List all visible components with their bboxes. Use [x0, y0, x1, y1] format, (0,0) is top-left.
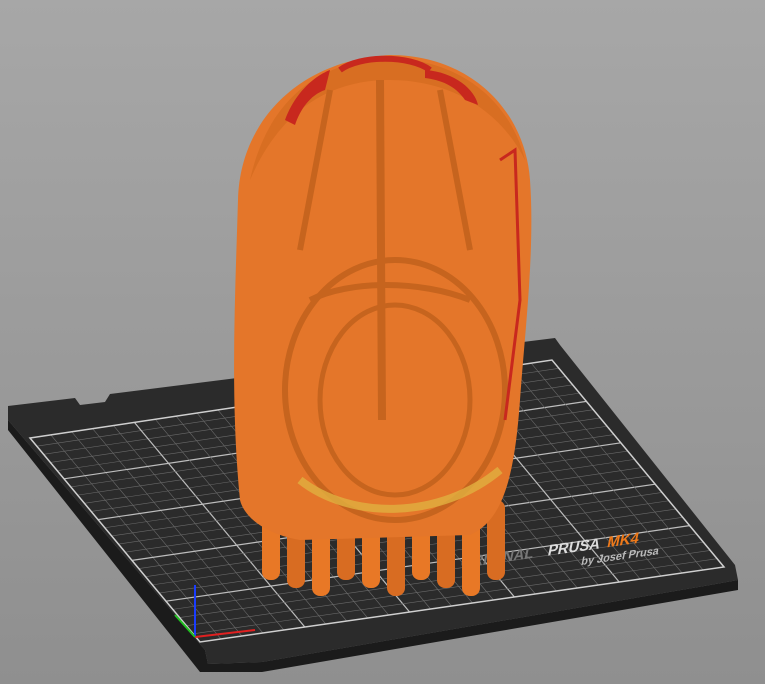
printed-object	[234, 55, 532, 596]
scene-canvas[interactable]: ORIGINAL PRUSA MK4 by Josef Prusa	[0, 0, 765, 684]
3d-preview-viewport[interactable]: ORIGINAL PRUSA MK4 by Josef Prusa	[0, 0, 765, 684]
